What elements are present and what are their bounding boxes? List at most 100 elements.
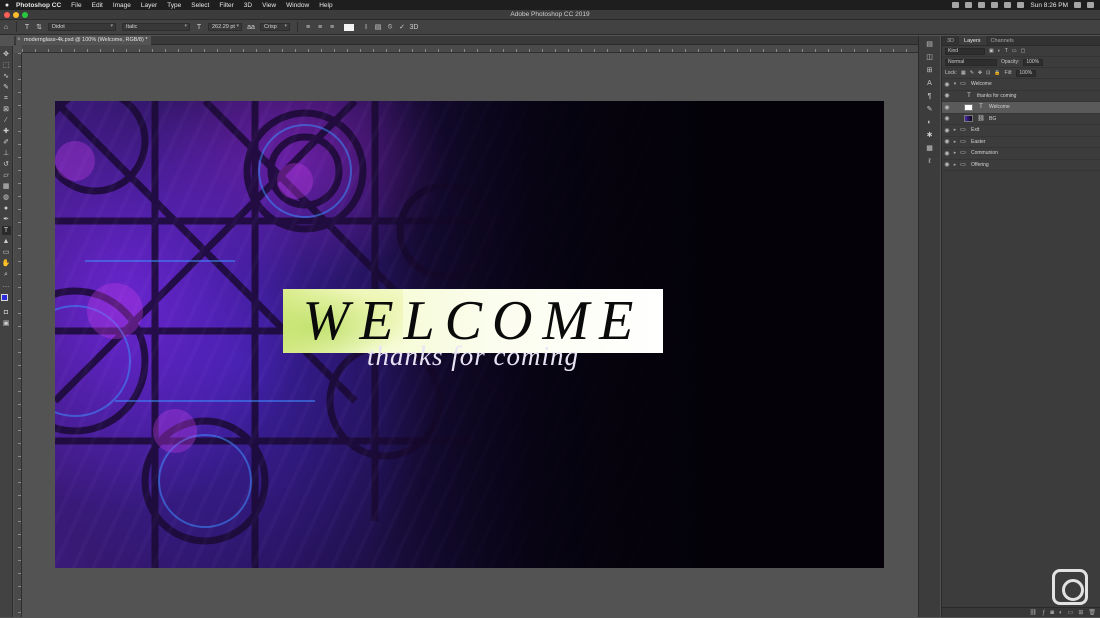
add-mask-icon[interactable]: ◙	[1050, 608, 1054, 617]
lock-paint-icon[interactable]: ✎	[970, 70, 974, 76]
lock-pixels-icon[interactable]: ▦	[961, 70, 966, 76]
tab-layers[interactable]: Layers	[959, 36, 986, 45]
zoom-window-button[interactable]	[22, 12, 28, 18]
new-adjustment-icon[interactable]: ◐	[1059, 608, 1063, 617]
visibility-eye-icon[interactable]: ◉	[942, 92, 952, 99]
healing-brush-tool-icon[interactable]: ✚	[2, 127, 11, 136]
menu-image[interactable]: Image	[108, 2, 136, 9]
menu-select[interactable]: Select	[186, 2, 214, 9]
layer-row[interactable]: ◉ ▾ ▭ Welcome	[942, 79, 1100, 91]
dodge-tool-icon[interactable]: ●	[2, 204, 11, 213]
siri-icon[interactable]	[1074, 2, 1081, 8]
color-swatches[interactable]	[1, 294, 11, 306]
layer-name[interactable]: Communion	[968, 150, 998, 156]
type-tool-icon[interactable]: T	[1, 226, 11, 235]
path-selection-tool-icon[interactable]: ▲	[2, 237, 11, 246]
menu-view[interactable]: View	[257, 2, 281, 9]
visibility-eye-icon[interactable]: ◉	[942, 150, 952, 157]
home-icon[interactable]: ⌂	[0, 23, 12, 32]
filter-shape-icon[interactable]: ▭	[1012, 48, 1017, 54]
horizontal-ruler[interactable]	[22, 45, 918, 53]
shape-tool-icon[interactable]: ▭	[2, 248, 11, 257]
clone-stamp-tool-icon[interactable]: ⊥	[2, 149, 11, 158]
apple-menu-icon[interactable]: ●	[0, 2, 14, 9]
lock-position-icon[interactable]: ✥	[978, 70, 982, 76]
pen-tool-icon[interactable]: ✒	[2, 215, 11, 224]
layer-row[interactable]: ◉ ▸ ▭ Communion	[942, 148, 1100, 160]
document-canvas[interactable]: WELCOME thanks for coming	[55, 101, 884, 568]
hand-tool-icon[interactable]: ✋	[2, 259, 11, 268]
lock-artboard-icon[interactable]: ⊡	[986, 70, 990, 76]
history-brush-tool-icon[interactable]: ↺	[2, 160, 11, 169]
layer-row[interactable]: ◉ ▸ ▭ Offering	[942, 160, 1100, 171]
visibility-eye-icon[interactable]: ◉	[942, 138, 952, 145]
layer-filter-select[interactable]: Kind	[945, 47, 985, 55]
thanks-for-coming-text[interactable]: thanks for coming	[283, 341, 663, 372]
marquee-tool-icon[interactable]: ⬚	[2, 61, 11, 70]
more-tools-icon[interactable]: …	[2, 281, 11, 290]
paragraph-panel-icon[interactable]: ¶	[925, 92, 935, 102]
glyphs-panel-icon[interactable]: ℓ	[925, 157, 935, 167]
foreground-color-swatch[interactable]	[1, 294, 8, 301]
align-right-icon[interactable]: ≡	[326, 23, 338, 32]
history-panel-icon[interactable]: ▤	[925, 40, 935, 50]
character-panel-icon[interactable]: ▤	[372, 23, 384, 32]
brush-tool-icon[interactable]: ✐	[2, 138, 11, 147]
filter-type-icon[interactable]: T	[1005, 48, 1008, 54]
visibility-eye-icon[interactable]: ◉	[942, 127, 952, 134]
menu-photoshop[interactable]: Photoshop CC	[14, 2, 66, 9]
visibility-eye-icon[interactable]: ◉	[942, 81, 952, 88]
move-tool-icon[interactable]: ✥	[2, 50, 11, 59]
layer-name[interactable]: Welcome	[986, 104, 1010, 110]
wifi-icon[interactable]	[1017, 2, 1025, 8]
new-group-icon[interactable]: ▭	[1068, 608, 1074, 617]
layer-name[interactable]: Offering	[968, 162, 989, 168]
swatches-panel-icon[interactable]: ▦	[925, 144, 935, 154]
properties-panel-icon[interactable]: ◫	[925, 53, 935, 63]
filter-smart-object-icon[interactable]: ▢	[1021, 48, 1026, 54]
eyedropper-tool-icon[interactable]: ⁄	[2, 116, 11, 125]
tab-3d[interactable]: 3D	[942, 36, 959, 45]
warp-text-icon[interactable]: Ⅰ	[360, 23, 372, 32]
text-orientation-icon[interactable]: ⇅	[33, 23, 45, 32]
filter-adjustment-icon[interactable]: ◐	[998, 48, 1001, 54]
lock-all-icon[interactable]: 🔒	[994, 70, 1000, 76]
menu-clock[interactable]: Sun 8:26 PM	[1030, 2, 1068, 9]
visibility-eye-icon[interactable]: ◉	[942, 115, 952, 122]
close-window-button[interactable]	[4, 12, 10, 18]
blur-tool-icon[interactable]: ◍	[2, 193, 11, 202]
eraser-tool-icon[interactable]: ▱	[2, 171, 11, 180]
crop-tool-icon[interactable]: ⌗	[2, 94, 11, 103]
layer-row[interactable]: ◉ T thanks for coming	[942, 91, 1100, 102]
frame-tool-icon[interactable]: ⊠	[2, 105, 11, 114]
battery-icon[interactable]	[1004, 2, 1012, 8]
menu-file[interactable]: File	[66, 2, 86, 9]
cancel-edit-icon[interactable]: ⦸	[384, 23, 396, 32]
character-panel-icon[interactable]: A	[925, 79, 935, 89]
text-color-swatch[interactable]	[344, 23, 354, 31]
fill-field[interactable]: 100%	[1016, 69, 1037, 77]
dropbox-icon[interactable]	[965, 2, 973, 8]
vertical-ruler[interactable]	[14, 53, 22, 617]
volume-icon[interactable]	[991, 2, 999, 8]
layer-name[interactable]: Exit	[968, 127, 979, 133]
libraries-panel-icon[interactable]: ⊞	[925, 66, 935, 76]
minimize-window-button[interactable]	[13, 12, 19, 18]
notification-center-icon[interactable]	[1087, 2, 1094, 8]
creative-cloud-icon[interactable]	[978, 2, 986, 8]
layer-row[interactable]: ◉ ▸ ▭ Easter	[942, 137, 1100, 148]
type-tool-preset-icon[interactable]: T	[21, 23, 33, 32]
new-layer-icon[interactable]: ⊞	[1078, 608, 1083, 617]
visibility-eye-icon[interactable]: ◉	[942, 161, 952, 168]
menu-help[interactable]: Help	[314, 2, 337, 9]
menu-window[interactable]: Window	[281, 2, 314, 9]
align-left-icon[interactable]: ≡	[302, 23, 314, 32]
align-center-icon[interactable]: ≡	[314, 23, 326, 32]
layer-row[interactable]: ◉ ⛓ BG	[942, 114, 1100, 125]
tab-channels[interactable]: Channels	[986, 36, 1019, 45]
menu-layer[interactable]: Layer	[136, 2, 162, 9]
menu-filter[interactable]: Filter	[214, 2, 238, 9]
font-style-select[interactable]: Italic	[122, 23, 190, 31]
antialias-select[interactable]: Crisp	[260, 23, 290, 31]
quick-select-tool-icon[interactable]: ✎	[2, 83, 11, 92]
